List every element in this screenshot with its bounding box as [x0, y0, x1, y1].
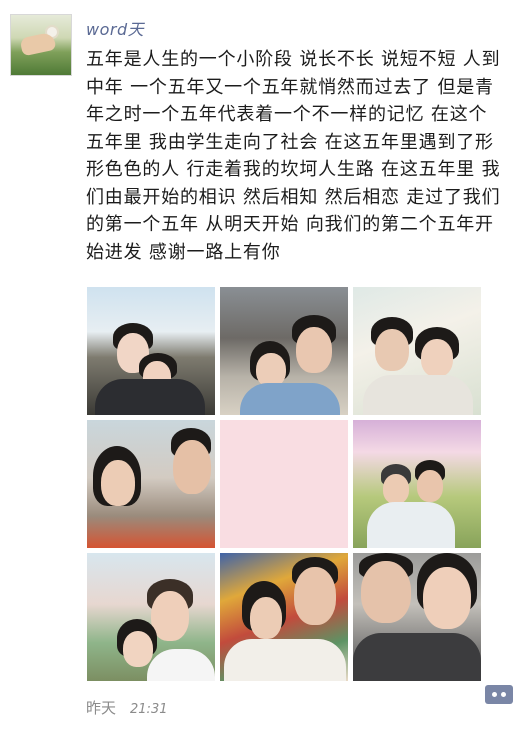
- photo-figure: [173, 440, 211, 494]
- photo-figure: [123, 631, 153, 667]
- comment-dot: [501, 692, 506, 697]
- user-avatar[interactable]: [10, 14, 72, 76]
- photo-thumbnail-5[interactable]: [220, 420, 348, 548]
- more-comment-icon[interactable]: [485, 685, 513, 704]
- photo-figure: [367, 502, 455, 548]
- photo-thumbnail-2[interactable]: [220, 287, 348, 415]
- post-timestamp: 昨天 21:31: [86, 697, 167, 718]
- photo-thumbnail-4[interactable]: [87, 420, 215, 548]
- photo-figure: [95, 379, 205, 415]
- photo-figure: [224, 639, 346, 681]
- photo-figure: [383, 474, 409, 504]
- photo-thumbnail-3[interactable]: [353, 287, 481, 415]
- photo-thumbnail-1[interactable]: [87, 287, 215, 415]
- photo-figure: [250, 597, 282, 639]
- photo-figure: [375, 329, 409, 371]
- post-text: 五年是人生的一个小阶段 说长不长 说短不短 人到中年 一个五年又一个五年就悄然而…: [86, 49, 501, 263]
- photo-thumbnail-6[interactable]: [353, 420, 481, 548]
- photo-thumbnail-8[interactable]: [220, 553, 348, 681]
- photo-figure: [417, 470, 443, 502]
- photo-figure: [147, 649, 215, 681]
- timestamp-day: 昨天: [86, 699, 117, 717]
- photo-figure: [240, 383, 340, 415]
- photo-figure: [423, 567, 471, 629]
- comment-dot: [492, 692, 497, 697]
- avatar-hand: [19, 31, 57, 57]
- photo-figure: [363, 375, 473, 415]
- photo-figure: [361, 561, 411, 623]
- photo-figure: [421, 339, 453, 377]
- photo-figure: [256, 353, 286, 387]
- timestamp-clock: 21:31: [130, 702, 168, 717]
- photo-thumbnail-9[interactable]: [353, 553, 481, 681]
- photo-figure: [353, 633, 481, 681]
- photo-thumbnail-7[interactable]: [87, 553, 215, 681]
- photo-figure: [151, 591, 189, 641]
- username-link[interactable]: word天: [86, 16, 144, 40]
- photo-figure: [294, 567, 336, 625]
- photo-figure: [101, 460, 135, 506]
- photo-figure: [296, 327, 332, 373]
- photo-grid: [87, 287, 481, 681]
